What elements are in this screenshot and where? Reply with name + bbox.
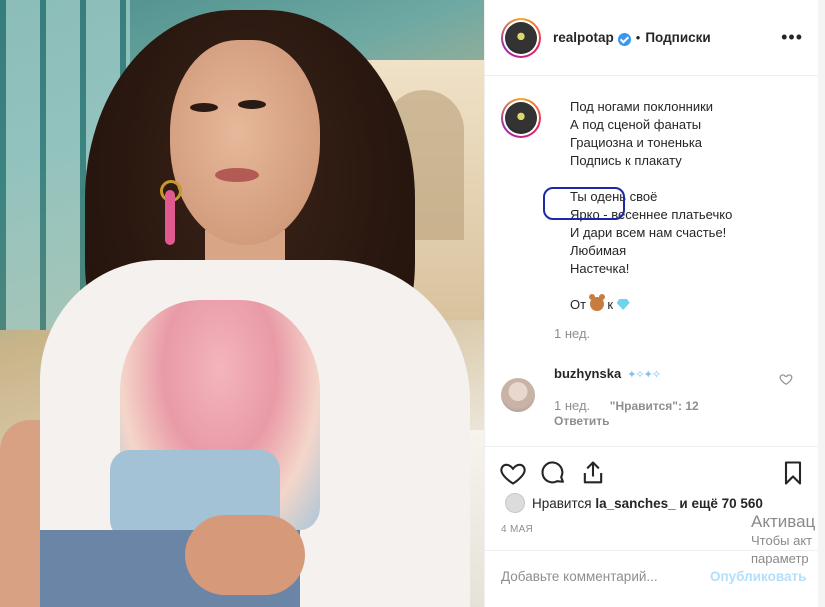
comment-like-heart-icon[interactable] xyxy=(779,372,793,386)
photo-face xyxy=(170,40,320,245)
following-button[interactable]: Подписки xyxy=(645,30,710,45)
photo-hand xyxy=(185,515,305,595)
post-actions-bar xyxy=(485,446,819,498)
comment-bubble-icon[interactable] xyxy=(539,459,567,487)
verified-badge-icon xyxy=(617,33,631,46)
publish-button[interactable]: Опубликовать xyxy=(710,569,806,584)
share-icon[interactable] xyxy=(579,459,607,487)
likes-summary: Нравится la_sanches_ и ещё 70 560 xyxy=(505,493,763,513)
likes-count[interactable]: и ещё 70 560 xyxy=(679,496,763,511)
bookmark-icon[interactable] xyxy=(779,459,807,487)
photo-earring xyxy=(165,190,175,245)
author-username[interactable]: realpotap xyxy=(553,30,614,45)
caption-avatar-image xyxy=(505,102,537,134)
like-heart-icon[interactable] xyxy=(499,459,527,487)
caption-from-line: От к xyxy=(570,294,732,314)
page-edge xyxy=(818,0,825,607)
post-date[interactable]: 4 МАЯ xyxy=(501,524,533,535)
reply-button[interactable]: Ответить xyxy=(554,414,609,428)
sparkles-emoji-icon: ✦✧✦✧ xyxy=(627,369,661,381)
more-options-icon[interactable]: ••• xyxy=(781,28,803,46)
photo-eye-left xyxy=(190,103,218,112)
caption-line: А под сценой фанаты xyxy=(570,117,702,132)
caption-from-to: к xyxy=(607,297,614,312)
likes-prefix: Нравится xyxy=(532,495,592,511)
caption-timestamp[interactable]: 1 нед. xyxy=(554,326,590,341)
annotation-outline xyxy=(543,187,625,220)
comment-input[interactable] xyxy=(501,569,711,584)
caption-line: Под ногами поклонники xyxy=(570,99,714,114)
comment-likes-count[interactable]: "Нравится": 12 xyxy=(610,399,699,413)
author-avatar[interactable] xyxy=(501,17,541,58)
post-header: realpotap • Подписки ••• xyxy=(485,0,819,76)
instagram-post-viewer: realpotap • Подписки ••• Под ногами покл… xyxy=(0,0,825,607)
liker-username[interactable]: la_sanches_ xyxy=(595,496,675,511)
caption-line: Любимая xyxy=(570,243,627,258)
watermark-line-2: Чтобы акт xyxy=(751,533,813,548)
author-avatar-image xyxy=(505,21,537,54)
watermark-line-3: параметр xyxy=(751,551,809,566)
header-separator: • xyxy=(635,30,641,45)
comment-timestamp[interactable]: 1 нед. xyxy=(554,398,590,413)
post-photo[interactable] xyxy=(0,0,484,607)
caption-author-avatar[interactable] xyxy=(501,98,541,138)
caption-line: Грациозна и тоненька xyxy=(570,135,703,150)
caption-line: Настечка! xyxy=(570,261,630,276)
watermark-line-1: Активац xyxy=(751,512,816,531)
caption-from-prefix: От xyxy=(570,297,587,312)
liker-avatar[interactable] xyxy=(505,493,525,513)
photo-lips xyxy=(215,168,259,182)
bear-emoji-icon xyxy=(588,294,605,311)
commenter-avatar[interactable] xyxy=(501,378,535,412)
caption-line: И дари всем нам счастье! xyxy=(570,225,727,240)
gem-emoji-icon xyxy=(616,299,630,310)
photo-eye-right xyxy=(238,100,266,109)
caption-line: Подпись к плакату xyxy=(570,153,682,168)
windows-activation-watermark: Активац Чтобы акт параметр xyxy=(751,512,815,568)
commenter-username[interactable]: buzhynska xyxy=(554,366,621,381)
